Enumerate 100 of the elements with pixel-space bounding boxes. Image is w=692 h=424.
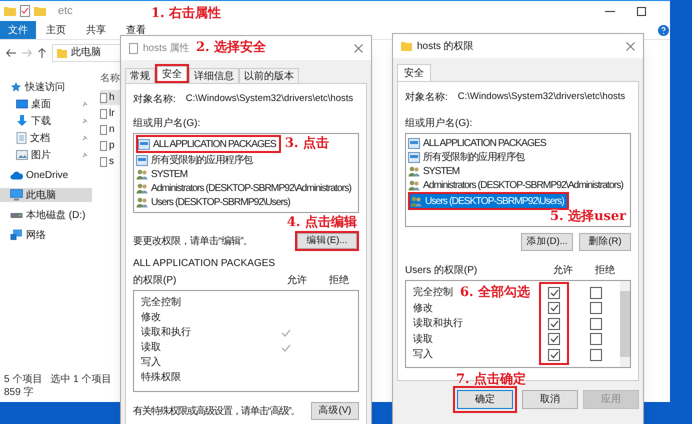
edit-button[interactable]: 编辑(E)... <box>297 233 357 249</box>
users-icon <box>136 196 148 208</box>
package-group-icon <box>138 138 150 150</box>
close-icon[interactable] <box>626 42 635 50</box>
object-path: C:\Windows\System32\drivers\etc\hosts <box>458 90 626 104</box>
checkbox[interactable] <box>590 286 602 299</box>
column-header: 允许 <box>287 274 308 288</box>
pin-icon <box>82 118 88 124</box>
back-arrow-icon[interactable] <box>6 48 16 56</box>
file-item[interactable]: s <box>100 154 120 169</box>
checkbox[interactable] <box>590 333 602 346</box>
checkbox[interactable] <box>548 333 560 346</box>
user-item[interactable]: 所有受限制的应用程序包 <box>408 150 528 164</box>
status-text: 选中 1 个项目 <box>50 373 112 386</box>
checkbox[interactable] <box>548 318 560 330</box>
field-label: 组或用户名(G): <box>133 116 202 131</box>
add-button[interactable]: 添加(D)... <box>521 233 573 251</box>
sidebar-item[interactable]: 文档 <box>0 131 92 145</box>
tab[interactable]: 详细信息 <box>189 68 239 83</box>
maximize-icon[interactable] <box>637 6 646 16</box>
annotation-text: 7. 点击确定 <box>456 372 526 388</box>
checkbox[interactable] <box>548 302 560 314</box>
file-item[interactable]: n <box>100 122 120 137</box>
user-item[interactable]: Administrators (DESKTOP-SBRMP92\Administrators) <box>408 178 626 192</box>
user-item[interactable]: ALL APPLICATION PACKAGES <box>408 136 549 150</box>
permission-name: 完全控制 <box>413 286 453 300</box>
user-item[interactable]: Administrators (DESKTOP-SBRMP92\Administrators) <box>136 181 354 195</box>
download-arrow-icon <box>16 115 28 127</box>
folder-icon <box>57 48 67 58</box>
annotation-text: 5. 选择user <box>550 209 626 225</box>
star-icon <box>10 81 22 93</box>
user-item[interactable]: SYSTEM <box>408 164 462 178</box>
permission-name: 读取和执行 <box>141 326 191 340</box>
column-header[interactable]: 名称 <box>100 71 120 86</box>
ribbon-tab[interactable]: 共享 <box>76 21 116 39</box>
field-label: Users 的权限(P) <box>405 264 478 278</box>
annotation-text: 6. 全部勾选 <box>460 285 530 301</box>
dialog-button[interactable]: 取消 <box>522 390 578 409</box>
help-icon[interactable] <box>658 25 669 36</box>
document-icon <box>16 132 27 144</box>
file-item[interactable]: h <box>100 90 120 105</box>
ribbon-tab[interactable]: 主页 <box>36 21 76 39</box>
user-item[interactable]: 所有受限制的应用程序包 <box>136 153 256 167</box>
users-icon <box>408 166 420 176</box>
user-item[interactable]: SYSTEM <box>136 167 190 181</box>
user-item[interactable]: Users (DESKTOP-SBRMP92\Users) <box>136 195 293 209</box>
sidebar-item[interactable]: 本地磁盘 (D:) <box>0 208 92 222</box>
file-item[interactable]: p <box>100 138 120 153</box>
file-item[interactable]: lr <box>100 106 120 121</box>
checkbox[interactable] <box>590 348 602 361</box>
remove-button[interactable]: 删除(R) <box>579 233 631 251</box>
sidebar-item[interactable]: 快速访问 <box>0 80 92 94</box>
user-list[interactable]: ALL APPLICATION PACKAGES 所有受限制的应用程序包 SYSTEM Administrators (DESKTOP-SBRMP92\Administrators) Users (DESKTOP-SBRMP92\Users) 5. 选择user <box>405 133 631 227</box>
up-arrow-icon[interactable] <box>38 48 46 58</box>
checkbox[interactable] <box>548 286 560 299</box>
permission-name: 特殊权限 <box>141 370 181 385</box>
column-header: 拒绝 <box>595 264 616 278</box>
sidebar-item[interactable]: 桌面 <box>0 97 92 111</box>
ribbon-tab[interactable]: 文件 <box>0 21 36 39</box>
field-label: 的权限(P) <box>133 274 176 288</box>
checkbox[interactable] <box>590 302 602 314</box>
drive-icon <box>10 212 23 218</box>
annotation-text: 3. 点击 <box>284 136 329 152</box>
annotation-text: 2. 选择安全 <box>196 40 266 56</box>
address-text: 此电脑 <box>71 46 101 60</box>
status-text: 859 字 <box>4 386 34 399</box>
minimize-icon[interactable] <box>605 10 615 12</box>
user-list[interactable]: ALL APPLICATION PACKAGES 3. 点击 所有受限制的应用程序包 SYSTEM Administrators (DESKTOP-SBRMP92\Administrators) Users (DESKTOP-SBRMP92\Users) <box>133 133 359 213</box>
user-item[interactable]: ALL APPLICATION PACKAGES <box>138 137 279 151</box>
sidebar-item[interactable]: OneDrive <box>0 168 92 182</box>
tab[interactable]: 安全 <box>157 66 187 81</box>
ribbon-tab[interactable]: 查看 <box>116 21 156 39</box>
scrollbar[interactable] <box>620 281 630 367</box>
checkbox[interactable] <box>590 318 602 330</box>
package-group-icon <box>136 154 148 166</box>
sidebar-item[interactable]: 此电脑 <box>0 188 92 202</box>
permission-name: 完全控制 <box>141 296 181 310</box>
checkbox[interactable] <box>548 348 560 361</box>
sidebar-item[interactable]: 网络 <box>0 228 92 242</box>
user-item[interactable]: Users (DESKTOP-SBRMP92\Users) <box>410 194 567 208</box>
field-label: 对象名称: <box>133 92 176 106</box>
close-icon[interactable] <box>354 44 363 52</box>
properties-icon <box>20 5 30 17</box>
tab[interactable]: 安全 <box>397 64 431 81</box>
advanced-button[interactable]: 高级(V) <box>311 402 359 420</box>
package-group-icon <box>408 152 420 162</box>
dialog-button[interactable]: 确定 <box>457 390 513 409</box>
computer-icon <box>10 189 23 201</box>
object-path: C:\Windows\System32\drivers\etc\hosts <box>186 92 354 106</box>
permission-subject: ALL APPLICATION PACKAGES <box>133 257 276 271</box>
pin-icon <box>82 135 88 141</box>
column-header: 拒绝 <box>329 274 350 288</box>
tab[interactable]: 常规 <box>125 68 155 83</box>
sidebar-item[interactable]: 下载 <box>0 114 92 128</box>
window-title: etc <box>58 4 73 19</box>
hint-text: 要更改权限，请单击“编辑”。 <box>133 234 253 248</box>
sidebar-item[interactable]: 图片 <box>0 148 92 162</box>
tab[interactable]: 以前的版本 <box>239 68 299 83</box>
users-icon <box>136 182 148 194</box>
permission-name: 修改 <box>413 302 433 316</box>
